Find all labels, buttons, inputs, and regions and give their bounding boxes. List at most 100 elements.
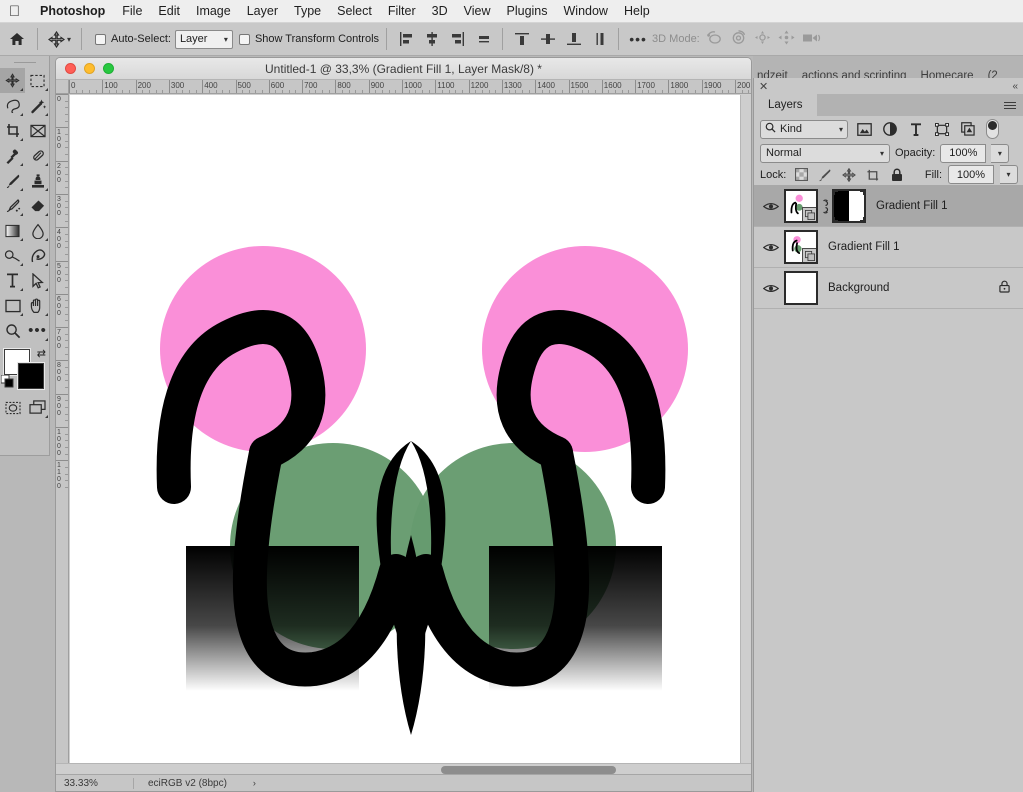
horizontal-scrollbar-thumb[interactable]: [441, 766, 616, 774]
lock-position-icon[interactable]: [840, 166, 858, 184]
lock-transparency-icon[interactable]: [792, 166, 810, 184]
quick-mask-icon[interactable]: [0, 395, 25, 420]
filter-type-icon[interactable]: [906, 119, 926, 139]
menu-app-name[interactable]: Photoshop: [31, 4, 114, 18]
chevron-down-icon[interactable]: ▾: [67, 35, 71, 44]
menu-file[interactable]: File: [114, 4, 150, 18]
move-tool[interactable]: [0, 68, 25, 93]
menu-select[interactable]: Select: [329, 4, 380, 18]
menu-help[interactable]: Help: [616, 4, 658, 18]
layer-row[interactable]: Gradient Fill 1: [754, 186, 1023, 227]
fill-input[interactable]: 100%: [948, 165, 994, 184]
opacity-input[interactable]: 100%: [940, 143, 987, 163]
screen-mode-icon[interactable]: [25, 395, 50, 420]
menu-plugins[interactable]: Plugins: [499, 4, 556, 18]
auto-select-option[interactable]: Auto-Select:: [95, 33, 171, 45]
healing-brush-tool[interactable]: [25, 143, 50, 168]
align-center-horizontal-icon[interactable]: [420, 28, 443, 51]
apple-icon[interactable]: : [6, 3, 23, 20]
zoom-tool[interactable]: [0, 318, 25, 343]
current-tool-move[interactable]: ▾: [45, 30, 74, 48]
menu-filter[interactable]: Filter: [380, 4, 424, 18]
magic-wand-tool[interactable]: [25, 93, 50, 118]
lock-image-icon[interactable]: [816, 166, 834, 184]
distribute-horizontal-icon[interactable]: [472, 28, 495, 51]
menu-layer[interactable]: Layer: [239, 4, 286, 18]
layer-name[interactable]: Background: [828, 282, 889, 294]
distribute-vertical-icon[interactable]: [588, 28, 611, 51]
swap-colors-icon[interactable]: ⇄: [37, 347, 46, 360]
zoom-level[interactable]: 33.33%: [56, 777, 134, 789]
filter-smart-object-icon[interactable]: [958, 119, 978, 139]
filter-adjustment-icon[interactable]: [880, 119, 900, 139]
align-bottom-icon[interactable]: [562, 28, 585, 51]
camera-3d-icon[interactable]: [802, 31, 822, 48]
more-options-button[interactable]: •••: [626, 28, 650, 50]
layer-thumbnail[interactable]: [784, 189, 818, 223]
background-color-swatch[interactable]: [18, 363, 44, 389]
lasso-tool[interactable]: [0, 93, 25, 118]
menu-window[interactable]: Window: [556, 4, 616, 18]
pen-tool[interactable]: [25, 243, 50, 268]
panel-menu-icon[interactable]: [1004, 101, 1023, 109]
blur-tool[interactable]: [25, 218, 50, 243]
fill-stepper[interactable]: ▾: [1000, 165, 1018, 184]
reset-colors-icon[interactable]: [0, 374, 14, 391]
lock-artboard-icon[interactable]: [864, 166, 882, 184]
hand-tool[interactable]: [25, 293, 50, 318]
filter-toggle[interactable]: [986, 119, 999, 139]
filter-pixel-icon[interactable]: [854, 119, 874, 139]
home-icon[interactable]: [4, 26, 30, 52]
show-transform-controls-option[interactable]: Show Transform Controls: [238, 33, 379, 45]
menu-edit[interactable]: Edit: [150, 4, 188, 18]
type-tool[interactable]: [0, 268, 25, 293]
layer-thumbnail[interactable]: [784, 230, 818, 264]
mask-link-icon[interactable]: [818, 198, 832, 214]
roll-3d-icon[interactable]: [730, 30, 747, 48]
horizontal-ruler[interactable]: 0 100 200 300 400 500 600 700 800 900 1000 1100 1200…: [69, 80, 751, 94]
layer-name[interactable]: Gradient Fill 1: [876, 200, 948, 212]
frame-tool[interactable]: [25, 118, 50, 143]
close-icon[interactable]: ✕: [759, 80, 768, 93]
layer-name[interactable]: Gradient Fill 1: [828, 241, 900, 253]
marquee-tool[interactable]: [25, 68, 50, 93]
auto-select-scope-dropdown[interactable]: Layer ▾: [174, 29, 233, 49]
layer-row[interactable]: Gradient Fill 1: [754, 227, 1023, 268]
slide-3d-icon[interactable]: [778, 30, 795, 48]
pan-3d-icon[interactable]: [754, 30, 771, 48]
gradient-tool[interactable]: [0, 218, 25, 243]
path-selection-tool[interactable]: [25, 268, 50, 293]
vertical-ruler[interactable]: 0 100 200 300 400 500 600 700 800 900 1000 1100: [56, 94, 69, 791]
canvas-area[interactable]: [70, 95, 751, 791]
filter-kind-dropdown[interactable]: Kind ▾: [760, 119, 848, 139]
opacity-stepper[interactable]: ▾: [991, 143, 1010, 163]
lock-all-icon[interactable]: [888, 166, 906, 184]
status-menu-arrow[interactable]: ›: [227, 778, 256, 788]
align-top-icon[interactable]: [510, 28, 533, 51]
layer-mask-thumbnail[interactable]: [832, 189, 866, 223]
ruler-origin-box[interactable]: [56, 80, 69, 94]
align-middle-vertical-icon[interactable]: [536, 28, 559, 51]
eraser-tool[interactable]: [25, 193, 50, 218]
rotate-3d-icon[interactable]: [706, 30, 723, 48]
filter-shape-icon[interactable]: [932, 119, 952, 139]
align-right-icon[interactable]: [446, 28, 469, 51]
clone-stamp-tool[interactable]: [25, 168, 50, 193]
eyedropper-tool[interactable]: [0, 143, 25, 168]
layer-visibility-toggle[interactable]: [758, 242, 784, 253]
tools-panel-grip[interactable]: [0, 56, 49, 68]
layer-row[interactable]: Background: [754, 268, 1023, 309]
blend-mode-dropdown[interactable]: Normal ▾: [760, 143, 890, 163]
brush-tool[interactable]: [0, 168, 25, 193]
crop-tool[interactable]: [0, 118, 25, 143]
menu-type[interactable]: Type: [286, 4, 329, 18]
edit-toolbar-tool[interactable]: •••: [25, 318, 50, 343]
layer-visibility-toggle[interactable]: [758, 201, 784, 212]
collapse-panel-icon[interactable]: «: [1012, 81, 1018, 92]
vertical-scrollbar[interactable]: [740, 95, 751, 791]
horizontal-scrollbar[interactable]: [56, 763, 751, 774]
menu-view[interactable]: View: [456, 4, 499, 18]
dodge-tool[interactable]: [0, 243, 25, 268]
layer-thumbnail[interactable]: [784, 271, 818, 305]
menu-3d[interactable]: 3D: [424, 4, 456, 18]
